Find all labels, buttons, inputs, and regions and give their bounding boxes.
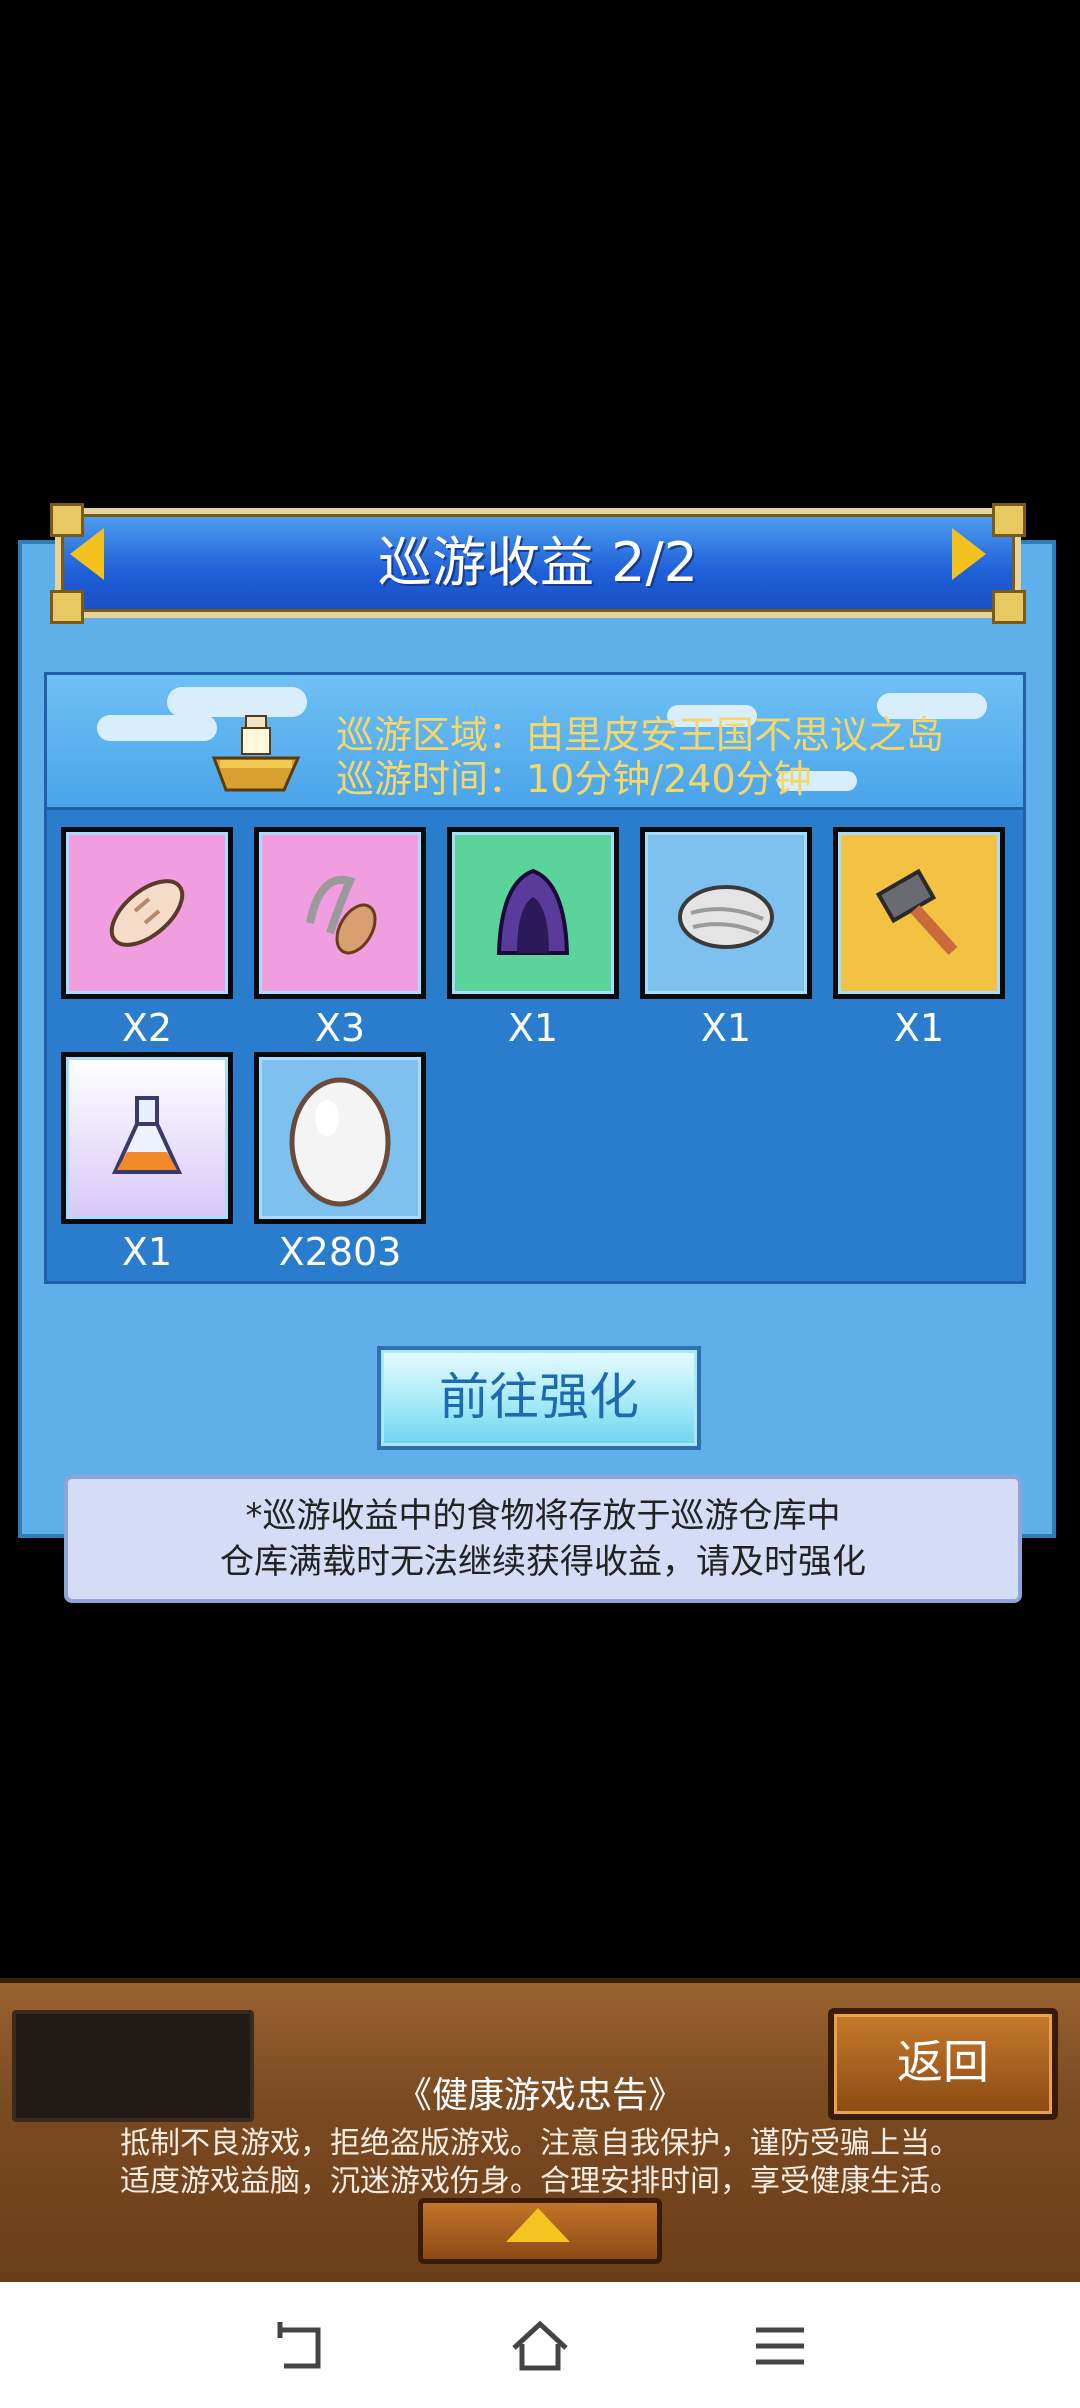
wheat-icon: [306, 875, 377, 955]
item-slot[interactable]: [640, 827, 812, 999]
home-nav-icon[interactable]: [510, 2318, 570, 2374]
ship-icon: [211, 715, 301, 792]
page-title: 巡游收益 2/2: [377, 531, 699, 594]
item-slot[interactable]: [61, 827, 233, 999]
egg-icon: [289, 1077, 391, 1207]
health-notice-title: 《健康游戏忠告》: [395, 2075, 684, 2116]
item-quantity: X1: [700, 1006, 752, 1050]
purple-hood-icon: [496, 868, 570, 955]
cloud-icon: [97, 715, 217, 741]
item-slot[interactable]: [254, 1052, 426, 1224]
prev-page-arrow-icon[interactable]: [70, 528, 104, 580]
note-line: *巡游收益中的食物将存放于巡游仓库中: [245, 1496, 841, 1536]
cruise-time-text: 巡游时间：10分钟/240分钟: [336, 757, 812, 801]
item-quantity: X3: [314, 1006, 366, 1050]
back-nav-icon[interactable]: [270, 2318, 330, 2374]
health-notice-line: 适度游戏益脑，沉迷游戏伤身。合理安排时间，享受健康生活。: [120, 2164, 960, 2199]
go-enhance-button[interactable]: 前往强化: [377, 1346, 701, 1450]
item-slot[interactable]: [833, 827, 1005, 999]
item-slot[interactable]: [61, 1052, 233, 1224]
hammer-icon: [875, 868, 958, 956]
item-slot[interactable]: [447, 827, 619, 999]
item-quantity: X1: [893, 1006, 945, 1050]
up-arrow-icon: [506, 2208, 570, 2242]
potion-flask-icon: [111, 1096, 183, 1174]
item-quantity: X2: [121, 1006, 173, 1050]
next-page-arrow-icon[interactable]: [952, 528, 986, 580]
item-slot[interactable]: [254, 827, 426, 999]
storage-note: *巡游收益中的食物将存放于巡游仓库中 仓库满载时无法继续获得收益，请及时强化: [64, 1475, 1022, 1603]
item-quantity: X1: [121, 1230, 173, 1274]
bread-icon: [109, 879, 185, 947]
item-quantity: X2803: [278, 1230, 402, 1274]
stone-icon: [678, 885, 774, 949]
item-quantity: X1: [507, 1006, 559, 1050]
menu-nav-icon[interactable]: [750, 2318, 810, 2374]
note-line: 仓库满载时无法继续获得收益，请及时强化: [220, 1542, 866, 1582]
